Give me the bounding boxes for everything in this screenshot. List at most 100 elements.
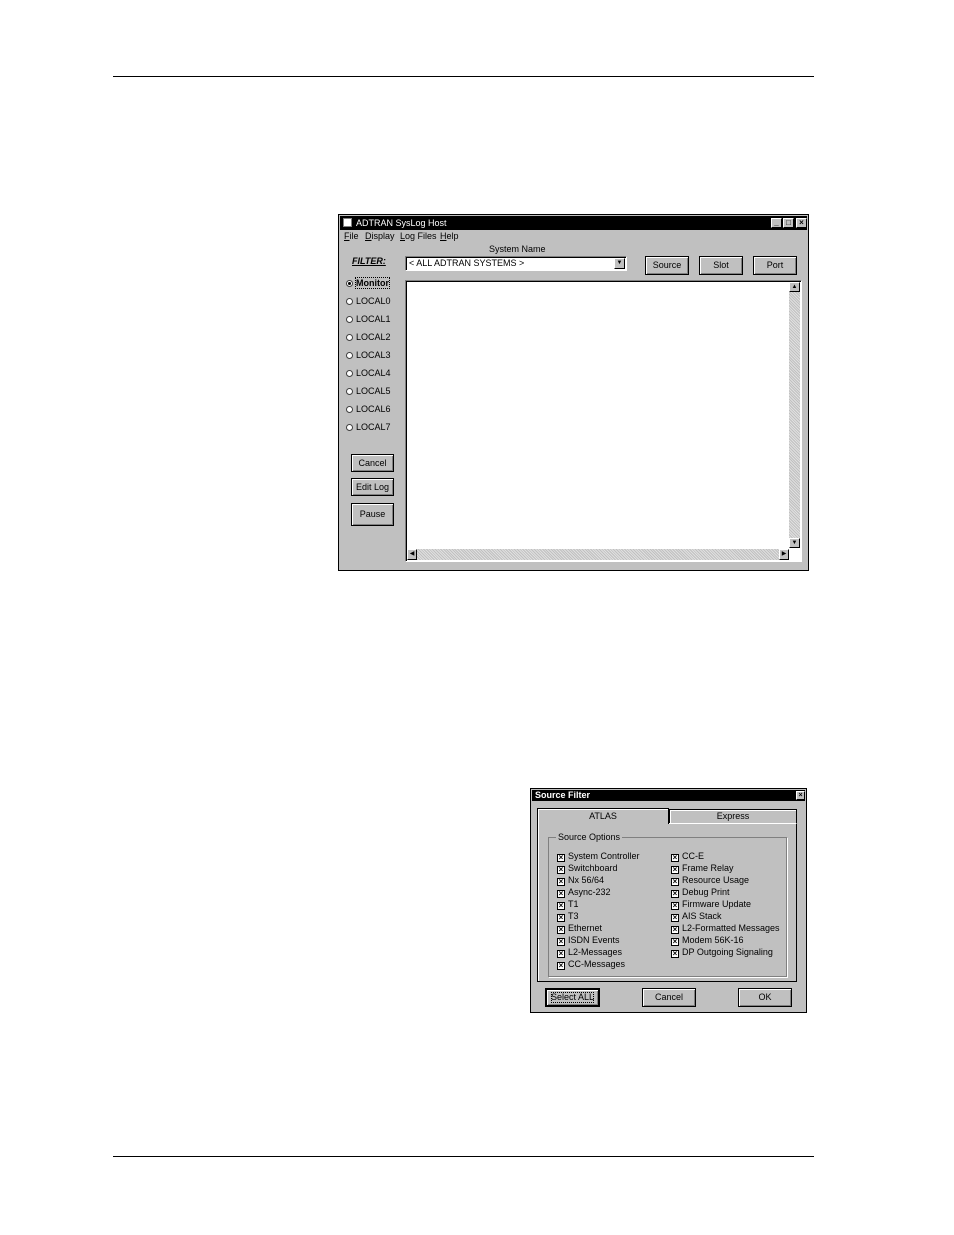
source-option-modem-56k-16[interactable]: × Modem 56K-16 bbox=[671, 935, 744, 947]
source-option-t1[interactable]: × T1 bbox=[557, 899, 579, 911]
checkbox-checked-icon[interactable]: × bbox=[557, 914, 565, 922]
source-filter-dialog: Source Filter × ATLAS Express Source Opt… bbox=[530, 788, 807, 1013]
checkbox-label: DP Outgoing Signaling bbox=[682, 947, 773, 957]
source-option-nx-56-64[interactable]: × Nx 56/64 bbox=[557, 875, 604, 887]
checkbox-checked-icon[interactable]: × bbox=[671, 878, 679, 886]
radio-button-icon[interactable] bbox=[346, 334, 353, 341]
checkbox-checked-icon[interactable]: × bbox=[671, 866, 679, 874]
source-option-firmware-update[interactable]: × Firmware Update bbox=[671, 899, 751, 911]
checkbox-label: L2-Formatted Messages bbox=[682, 923, 780, 933]
source-option-system-controller[interactable]: × System Controller bbox=[557, 851, 640, 863]
filter-radio-local0[interactable]: LOCAL0 bbox=[346, 296, 391, 308]
scroll-left-icon[interactable]: ◀ bbox=[407, 549, 417, 560]
checkbox-checked-icon[interactable]: × bbox=[557, 890, 565, 898]
checkbox-checked-icon[interactable]: × bbox=[557, 950, 565, 958]
radio-button-icon[interactable] bbox=[346, 352, 353, 359]
checkbox-checked-icon[interactable]: × bbox=[557, 854, 565, 862]
title-bar: ADTRAN SysLog Host _ □ × bbox=[340, 216, 807, 230]
pause-button[interactable]: Pause bbox=[351, 503, 394, 526]
filter-radio-local2[interactable]: LOCAL2 bbox=[346, 332, 391, 344]
scroll-up-icon[interactable]: ▲ bbox=[789, 282, 800, 292]
select-all-button[interactable]: Select ALL bbox=[545, 988, 600, 1007]
ok-button[interactable]: OK bbox=[738, 988, 792, 1007]
source-button[interactable]: Source bbox=[645, 256, 689, 275]
checkbox-checked-icon[interactable]: × bbox=[557, 902, 565, 910]
source-option-cc-messages[interactable]: × CC-Messages bbox=[557, 959, 625, 971]
checkbox-label: Frame Relay bbox=[682, 863, 734, 873]
radio-button-icon[interactable] bbox=[346, 388, 353, 395]
checkbox-checked-icon[interactable]: × bbox=[671, 890, 679, 898]
filter-radio-local7[interactable]: LOCAL7 bbox=[346, 422, 391, 434]
checkbox-label: Nx 56/64 bbox=[568, 875, 605, 885]
filter-radio-monitor[interactable]: Monitor bbox=[346, 277, 390, 290]
checkbox-checked-icon[interactable]: × bbox=[671, 902, 679, 910]
chevron-down-icon[interactable]: ▼ bbox=[614, 258, 625, 269]
horizontal-scrollbar[interactable] bbox=[407, 549, 789, 560]
radio-button-icon[interactable] bbox=[346, 406, 353, 413]
menu-log-files[interactable]: Log Files bbox=[400, 231, 437, 241]
source-option-ethernet[interactable]: × Ethernet bbox=[557, 923, 602, 935]
source-option-isdn-events[interactable]: × ISDN Events bbox=[557, 935, 620, 947]
tab-atlas[interactable]: ATLAS bbox=[537, 808, 669, 824]
cancel-button[interactable]: Cancel bbox=[351, 454, 394, 472]
source-option-ais-stack[interactable]: × AIS Stack bbox=[671, 911, 722, 923]
checkbox-label: CC-Messages bbox=[568, 959, 626, 969]
checkbox-checked-icon[interactable]: × bbox=[671, 914, 679, 922]
source-option-resource-usage[interactable]: × Resource Usage bbox=[671, 875, 749, 887]
close-icon[interactable]: × bbox=[796, 218, 807, 228]
filter-radio-local3[interactable]: LOCAL3 bbox=[346, 350, 391, 362]
checkbox-checked-icon[interactable]: × bbox=[557, 866, 565, 874]
radio-button-icon[interactable] bbox=[346, 316, 353, 323]
vertical-scrollbar[interactable] bbox=[789, 282, 800, 548]
maximize-icon[interactable]: □ bbox=[783, 218, 794, 228]
log-display-area[interactable]: ▲ ▼ ◀ ▶ bbox=[405, 280, 802, 562]
edit-log-button[interactable]: Edit Log bbox=[351, 478, 394, 496]
checkbox-checked-icon[interactable]: × bbox=[671, 854, 679, 862]
source-option-cc-e[interactable]: × CC-E bbox=[671, 851, 704, 863]
checkbox-label: System Controller bbox=[568, 851, 640, 861]
source-option-t3[interactable]: × T3 bbox=[557, 911, 579, 923]
checkbox-checked-icon[interactable]: × bbox=[671, 950, 679, 958]
scroll-right-icon[interactable]: ▶ bbox=[779, 549, 789, 560]
source-option-debug-print[interactable]: × Debug Print bbox=[671, 887, 730, 899]
cancel-button[interactable]: Cancel bbox=[642, 988, 696, 1007]
close-icon[interactable]: × bbox=[796, 791, 805, 800]
slot-button[interactable]: Slot bbox=[699, 256, 743, 275]
filter-radio-local1[interactable]: LOCAL1 bbox=[346, 314, 391, 326]
radio-button-icon[interactable] bbox=[346, 280, 353, 287]
radio-label: LOCAL7 bbox=[356, 422, 391, 432]
source-option-frame-relay[interactable]: × Frame Relay bbox=[671, 863, 734, 875]
menu-display[interactable]: Display bbox=[365, 231, 395, 241]
tab-express[interactable]: Express bbox=[669, 809, 797, 823]
checkbox-checked-icon[interactable]: × bbox=[671, 938, 679, 946]
menu-help[interactable]: Help bbox=[440, 231, 459, 241]
source-option-switchboard[interactable]: × Switchboard bbox=[557, 863, 618, 875]
checkbox-label: CC-E bbox=[682, 851, 704, 861]
source-option-async-232[interactable]: × Async-232 bbox=[557, 887, 611, 899]
radio-button-icon[interactable] bbox=[346, 424, 353, 431]
radio-label: LOCAL2 bbox=[356, 332, 391, 342]
checkbox-checked-icon[interactable]: × bbox=[557, 938, 565, 946]
checkbox-checked-icon[interactable]: × bbox=[671, 926, 679, 934]
radio-button-icon[interactable] bbox=[346, 370, 353, 377]
checkbox-checked-icon[interactable]: × bbox=[557, 926, 565, 934]
title-bar: Source Filter × bbox=[532, 790, 805, 801]
source-option-dp-outgoing-signaling[interactable]: × DP Outgoing Signaling bbox=[671, 947, 773, 959]
menu-file[interactable]: File bbox=[344, 231, 359, 241]
scroll-down-icon[interactable]: ▼ bbox=[789, 538, 800, 548]
filter-radio-local6[interactable]: LOCAL6 bbox=[346, 404, 391, 416]
filter-radio-local4[interactable]: LOCAL4 bbox=[346, 368, 391, 380]
source-option-l2-messages[interactable]: × L2-Messages bbox=[557, 947, 622, 959]
radio-button-icon[interactable] bbox=[346, 298, 353, 305]
system-name-select[interactable]: < ALL ADTRAN SYSTEMS > ▼ bbox=[405, 256, 627, 271]
source-options-label: Source Options bbox=[556, 832, 623, 842]
filter-radio-local5[interactable]: LOCAL5 bbox=[346, 386, 391, 398]
radio-label: LOCAL5 bbox=[356, 386, 391, 396]
checkbox-checked-icon[interactable]: × bbox=[557, 878, 565, 886]
source-option-l2-formatted-messages[interactable]: × L2-Formatted Messages bbox=[671, 923, 780, 935]
port-button[interactable]: Port bbox=[753, 256, 797, 275]
syslog-host-window: ADTRAN SysLog Host _ □ × File Display Lo… bbox=[338, 214, 809, 571]
page-top-rule bbox=[113, 76, 814, 77]
minimize-icon[interactable]: _ bbox=[771, 218, 782, 228]
checkbox-checked-icon[interactable]: × bbox=[557, 962, 565, 970]
